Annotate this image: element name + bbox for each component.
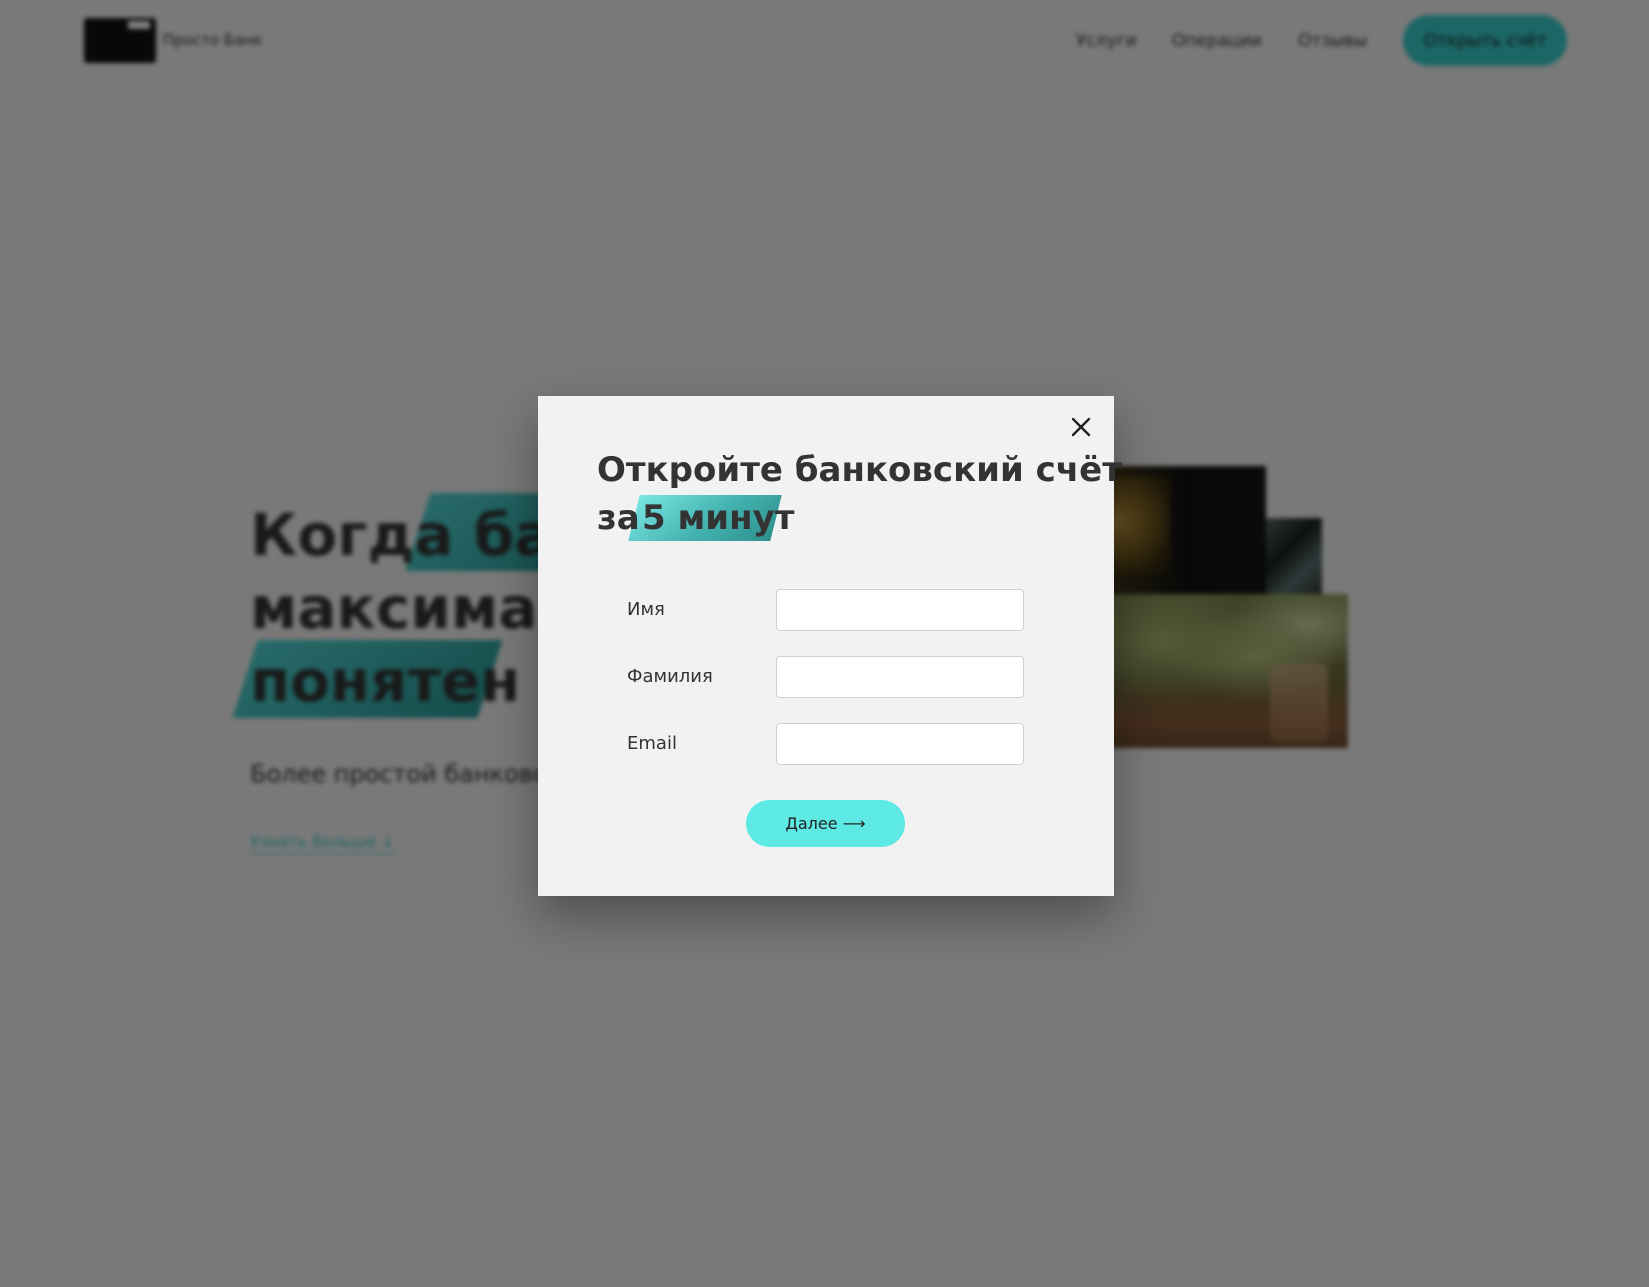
close-button[interactable] [1068, 414, 1094, 440]
modal-title-prefix: за [597, 498, 640, 538]
page: Просто Банк Услуги Операции Отзывы Откры… [0, 0, 1649, 1287]
form-row-first-name: Имя [627, 589, 1027, 631]
next-button[interactable]: Далее ⟶ [746, 800, 905, 847]
first-name-field[interactable] [776, 589, 1024, 631]
last-name-field[interactable] [776, 656, 1024, 698]
first-name-label: Имя [627, 599, 665, 620]
form-row-email: Email [627, 723, 1027, 765]
email-field[interactable] [776, 723, 1024, 765]
open-account-modal: Откройте банковский счёт за 5 минут Имя … [538, 396, 1122, 896]
modal-title-highlight-text: 5 минут [642, 498, 795, 538]
close-icon [1071, 417, 1091, 437]
email-label: Email [627, 733, 677, 754]
modal-title: Откройте банковский счёт за 5 минут [597, 446, 1122, 541]
last-name-label: Фамилия [627, 666, 713, 687]
modal-title-line-1: Откройте банковский счёт [597, 450, 1122, 490]
form-row-last-name: Фамилия [627, 656, 1027, 698]
